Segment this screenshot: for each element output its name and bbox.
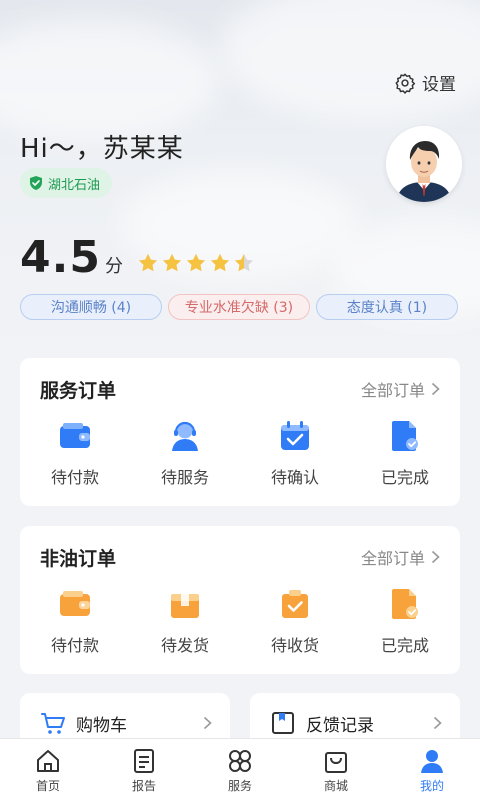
all-orders-label: 全部订单 xyxy=(360,549,425,568)
order-status-pending-confirm[interactable]: 待确认 xyxy=(240,418,350,488)
order-status-pending-service[interactable]: 待服务 xyxy=(130,418,240,488)
all-orders-label: 全部订单 xyxy=(360,381,425,400)
user-greeting: Hi～，苏某某 xyxy=(20,134,184,164)
feedback-label: 反馈记录 xyxy=(306,715,374,736)
home-icon xyxy=(37,750,59,772)
order-status-label: 待服务 xyxy=(160,468,209,487)
order-status-pending-payment[interactable]: 待付款 xyxy=(20,586,130,656)
tab-report[interactable]: 报告 xyxy=(96,739,192,800)
rating-stars xyxy=(137,252,255,274)
nonoil-orders-card: 非油订单 全部订单 待付款 待发货 待收货 已完成 xyxy=(20,526,460,674)
grid-icon xyxy=(229,750,251,772)
star-icon xyxy=(138,253,158,272)
tab-label: 我的 xyxy=(419,779,444,793)
agent-icon xyxy=(172,421,198,451)
order-status-label: 待付款 xyxy=(50,636,99,655)
order-status-pending-shipment[interactable]: 待发货 xyxy=(130,586,240,656)
tab-label: 首页 xyxy=(35,779,60,793)
wallet-icon xyxy=(60,591,90,616)
document-check-icon xyxy=(392,589,418,619)
chevron-right-icon xyxy=(203,716,212,730)
tab-label: 服务 xyxy=(227,779,252,793)
review-tags: 沟通顺畅 (4) 专业水准欠缺 (3) 态度认真 (1) xyxy=(20,294,458,320)
calendar-check-icon xyxy=(281,421,309,450)
box-icon xyxy=(171,594,199,618)
company-badge: 湖北石油 xyxy=(20,168,113,198)
review-tag[interactable]: 沟通顺畅 (4) xyxy=(20,294,162,320)
order-status-label: 待付款 xyxy=(50,468,99,487)
tab-mine[interactable]: 我的 xyxy=(384,739,480,800)
star-icon xyxy=(186,253,206,272)
tab-service[interactable]: 服务 xyxy=(192,739,288,800)
chevron-right-icon xyxy=(431,550,440,564)
order-status-label: 待确认 xyxy=(270,468,319,487)
chevron-right-icon xyxy=(433,716,442,730)
order-status-pending-payment[interactable]: 待付款 xyxy=(20,418,130,488)
order-status-completed[interactable]: 已完成 xyxy=(350,418,460,488)
service-orders-card: 服务订单 全部订单 待付款 待服务 待确认 已完成 xyxy=(20,358,460,506)
tab-label: 商城 xyxy=(323,779,348,793)
shield-check-icon xyxy=(30,176,42,190)
chevron-right-icon xyxy=(431,382,440,396)
user-icon xyxy=(421,750,443,773)
order-status-completed[interactable]: 已完成 xyxy=(350,586,460,656)
star-icon xyxy=(210,253,230,272)
bottom-tab-bar: 首页 报告 服务 商城 我的 xyxy=(0,738,480,800)
wallet-icon xyxy=(60,423,90,448)
avatar[interactable] xyxy=(386,126,462,202)
cart-icon xyxy=(41,713,65,734)
report-icon xyxy=(134,749,154,773)
tab-home[interactable]: 首页 xyxy=(0,739,96,800)
card-title: 非油订单 xyxy=(40,548,117,570)
tab-label: 报告 xyxy=(131,779,156,793)
settings-button[interactable]: 设置 xyxy=(394,70,456,95)
all-orders-link[interactable]: 全部订单 xyxy=(361,545,440,569)
order-status-label: 待发货 xyxy=(160,636,209,655)
gear-icon xyxy=(395,73,416,94)
order-status-label: 已完成 xyxy=(380,636,429,655)
document-check-icon xyxy=(392,421,418,451)
all-orders-link[interactable]: 全部订单 xyxy=(361,377,440,401)
review-tag[interactable]: 专业水准欠缺 (3) xyxy=(168,294,310,320)
star-icon xyxy=(162,253,182,272)
order-status-pending-receipt[interactable]: 待收货 xyxy=(240,586,350,656)
order-status-label: 待收货 xyxy=(270,636,319,655)
review-tag[interactable]: 态度认真 (1) xyxy=(316,294,458,320)
tab-mall[interactable]: 商城 xyxy=(288,739,384,800)
star-icon xyxy=(234,253,254,272)
rating-score: 4.5 xyxy=(20,232,101,283)
rating-row: 4.5 分 xyxy=(20,232,255,283)
order-status-label: 已完成 xyxy=(380,468,429,487)
card-title: 服务订单 xyxy=(40,380,117,402)
avatar-portrait-icon xyxy=(386,126,462,202)
feedback-icon xyxy=(272,712,294,734)
company-name: 湖北石油 xyxy=(48,177,101,193)
cart-label: 购物车 xyxy=(76,715,127,736)
shopping-bag-icon xyxy=(325,752,347,773)
settings-label: 设置 xyxy=(422,75,456,95)
rating-unit: 分 xyxy=(104,256,123,277)
package-check-icon xyxy=(282,590,308,618)
